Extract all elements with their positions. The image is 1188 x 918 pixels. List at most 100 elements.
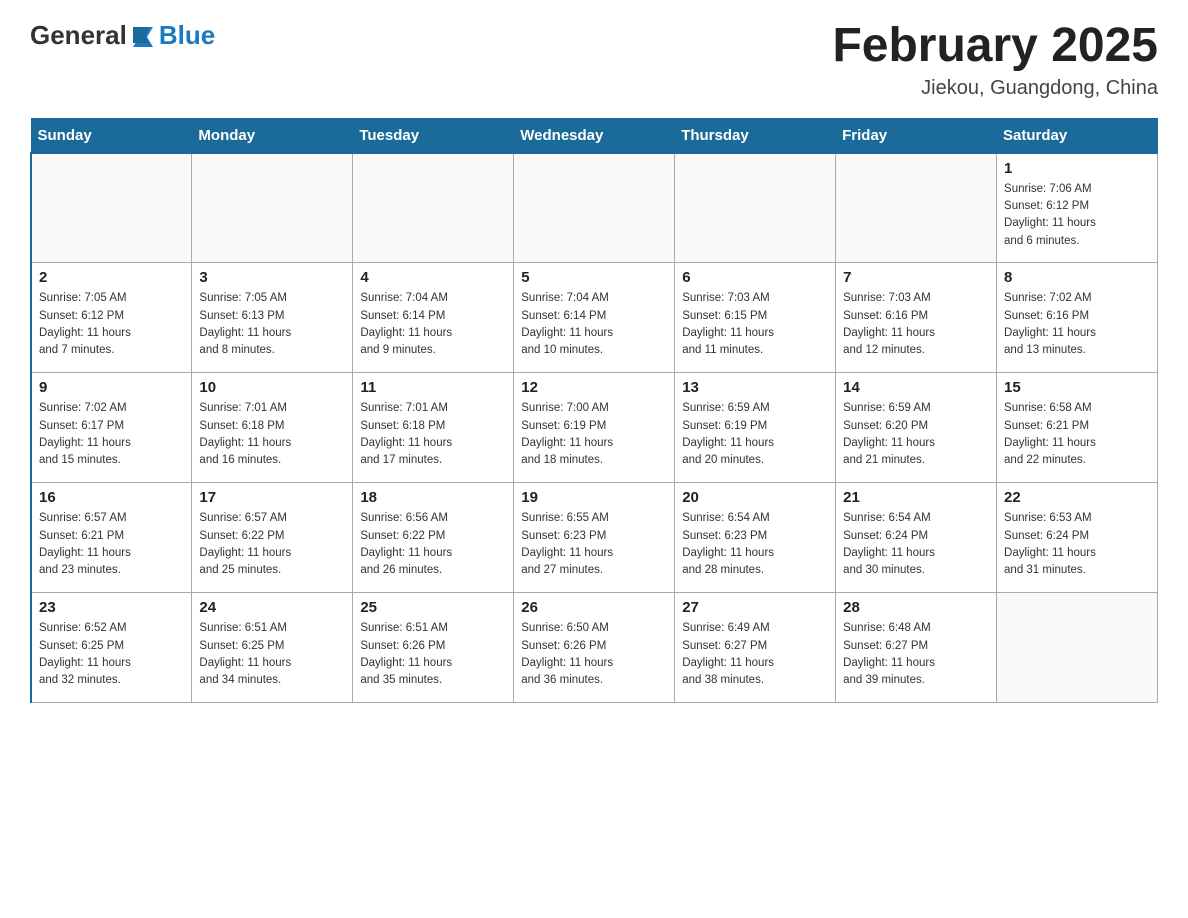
calendar-cell: 5 Sunrise: 7:04 AM Sunset: 6:14 PM Daylig… <box>514 263 675 373</box>
calendar-cell: 16 Sunrise: 6:57 AM Sunset: 6:21 PM Dayli… <box>31 483 192 593</box>
day-info: Sunrise: 7:06 AM Sunset: 6:12 PM Dayligh… <box>1004 181 1150 250</box>
logo-flag-icon <box>129 23 157 51</box>
calendar-week-row-1: 1 Sunrise: 7:06 AM Sunset: 6:12 PM Daylig… <box>31 153 1158 263</box>
day-number: 5 <box>521 269 667 286</box>
calendar-cell: 1 Sunrise: 7:06 AM Sunset: 6:12 PM Daylig… <box>997 153 1158 263</box>
day-number: 23 <box>39 599 184 616</box>
calendar-cell: 17 Sunrise: 6:57 AM Sunset: 6:22 PM Dayli… <box>192 483 353 593</box>
day-info: Sunrise: 6:59 AM Sunset: 6:20 PM Dayligh… <box>843 400 989 469</box>
day-info: Sunrise: 6:58 AM Sunset: 6:21 PM Dayligh… <box>1004 400 1150 469</box>
day-info: Sunrise: 7:05 AM Sunset: 6:13 PM Dayligh… <box>199 290 345 359</box>
day-number: 1 <box>1004 160 1150 177</box>
weekday-header-row: SundayMondayTuesdayWednesdayThursdayFrid… <box>31 118 1158 153</box>
day-number: 4 <box>360 269 506 286</box>
day-info: Sunrise: 6:48 AM Sunset: 6:27 PM Dayligh… <box>843 620 989 689</box>
calendar-cell: 18 Sunrise: 6:56 AM Sunset: 6:22 PM Dayli… <box>353 483 514 593</box>
day-number: 17 <box>199 489 345 506</box>
day-number: 7 <box>843 269 989 286</box>
calendar-title: February 2025 <box>832 20 1158 73</box>
day-info: Sunrise: 6:52 AM Sunset: 6:25 PM Dayligh… <box>39 620 184 689</box>
calendar-cell <box>997 593 1158 703</box>
calendar-cell: 27 Sunrise: 6:49 AM Sunset: 6:27 PM Dayli… <box>675 593 836 703</box>
calendar-week-row-5: 23 Sunrise: 6:52 AM Sunset: 6:25 PM Dayli… <box>31 593 1158 703</box>
day-number: 19 <box>521 489 667 506</box>
calendar-cell <box>31 153 192 263</box>
calendar-cell: 13 Sunrise: 6:59 AM Sunset: 6:19 PM Dayli… <box>675 373 836 483</box>
calendar-cell: 28Sunrise: 6:48 AM Sunset: 6:27 PM Dayli… <box>836 593 997 703</box>
calendar-cell: 21Sunrise: 6:54 AM Sunset: 6:24 PM Dayli… <box>836 483 997 593</box>
day-info: Sunrise: 6:50 AM Sunset: 6:26 PM Dayligh… <box>521 620 667 689</box>
day-info: Sunrise: 6:49 AM Sunset: 6:27 PM Dayligh… <box>682 620 828 689</box>
day-info: Sunrise: 6:59 AM Sunset: 6:19 PM Dayligh… <box>682 400 828 469</box>
calendar-cell: 9 Sunrise: 7:02 AM Sunset: 6:17 PM Daylig… <box>31 373 192 483</box>
weekday-header-saturday: Saturday <box>997 118 1158 153</box>
calendar-cell: 20Sunrise: 6:54 AM Sunset: 6:23 PM Dayli… <box>675 483 836 593</box>
calendar-cell: 2Sunrise: 7:05 AM Sunset: 6:12 PM Daylig… <box>31 263 192 373</box>
logo-blue-text: Blue <box>159 20 215 51</box>
calendar-cell: 8Sunrise: 7:02 AM Sunset: 6:16 PM Daylig… <box>997 263 1158 373</box>
day-number: 15 <box>1004 379 1150 396</box>
weekday-header-sunday: Sunday <box>31 118 192 153</box>
day-info: Sunrise: 7:03 AM Sunset: 6:15 PM Dayligh… <box>682 290 828 359</box>
day-info: Sunrise: 6:57 AM Sunset: 6:21 PM Dayligh… <box>39 510 184 579</box>
weekday-header-friday: Friday <box>836 118 997 153</box>
weekday-header-tuesday: Tuesday <box>353 118 514 153</box>
calendar-cell: 23 Sunrise: 6:52 AM Sunset: 6:25 PM Dayli… <box>31 593 192 703</box>
day-number: 16 <box>39 489 184 506</box>
day-info: Sunrise: 6:57 AM Sunset: 6:22 PM Dayligh… <box>199 510 345 579</box>
day-number: 3 <box>199 269 345 286</box>
weekday-header-wednesday: Wednesday <box>514 118 675 153</box>
day-number: 27 <box>682 599 828 616</box>
calendar-week-row-4: 16 Sunrise: 6:57 AM Sunset: 6:21 PM Dayli… <box>31 483 1158 593</box>
logo-general-text: General <box>30 20 127 51</box>
day-number: 18 <box>360 489 506 506</box>
day-info: Sunrise: 7:01 AM Sunset: 6:18 PM Dayligh… <box>199 400 345 469</box>
day-number: 12 <box>521 379 667 396</box>
title-block: February 2025 Jiekou, Guangdong, China <box>832 20 1158 100</box>
calendar-cell <box>836 153 997 263</box>
day-number: 21 <box>843 489 989 506</box>
day-number: 14 <box>843 379 989 396</box>
calendar-table: SundayMondayTuesdayWednesdayThursdayFrid… <box>30 118 1158 704</box>
day-info: Sunrise: 6:51 AM Sunset: 6:25 PM Dayligh… <box>199 620 345 689</box>
day-info: Sunrise: 6:51 AM Sunset: 6:26 PM Dayligh… <box>360 620 506 689</box>
logo: General Blue <box>30 20 215 51</box>
calendar-cell: 25 Sunrise: 6:51 AM Sunset: 6:26 PM Dayli… <box>353 593 514 703</box>
calendar-cell <box>675 153 836 263</box>
calendar-cell <box>514 153 675 263</box>
day-number: 13 <box>682 379 828 396</box>
calendar-cell: 26Sunrise: 6:50 AM Sunset: 6:26 PM Dayli… <box>514 593 675 703</box>
page-header: General Blue February 2025 Jiekou, Guang… <box>30 20 1158 100</box>
day-number: 11 <box>360 379 506 396</box>
day-info: Sunrise: 7:03 AM Sunset: 6:16 PM Dayligh… <box>843 290 989 359</box>
day-number: 9 <box>39 379 184 396</box>
day-number: 25 <box>360 599 506 616</box>
day-info: Sunrise: 7:04 AM Sunset: 6:14 PM Dayligh… <box>360 290 506 359</box>
calendar-subtitle: Jiekou, Guangdong, China <box>832 77 1158 100</box>
day-number: 6 <box>682 269 828 286</box>
calendar-cell: 19 Sunrise: 6:55 AM Sunset: 6:23 PM Dayli… <box>514 483 675 593</box>
day-info: Sunrise: 7:04 AM Sunset: 6:14 PM Dayligh… <box>521 290 667 359</box>
day-info: Sunrise: 7:01 AM Sunset: 6:18 PM Dayligh… <box>360 400 506 469</box>
calendar-cell <box>192 153 353 263</box>
day-number: 22 <box>1004 489 1150 506</box>
calendar-week-row-2: 2Sunrise: 7:05 AM Sunset: 6:12 PM Daylig… <box>31 263 1158 373</box>
calendar-cell: 3 Sunrise: 7:05 AM Sunset: 6:13 PM Daylig… <box>192 263 353 373</box>
calendar-cell: 4 Sunrise: 7:04 AM Sunset: 6:14 PM Daylig… <box>353 263 514 373</box>
weekday-header-thursday: Thursday <box>675 118 836 153</box>
day-info: Sunrise: 6:56 AM Sunset: 6:22 PM Dayligh… <box>360 510 506 579</box>
day-info: Sunrise: 7:02 AM Sunset: 6:17 PM Dayligh… <box>39 400 184 469</box>
day-number: 24 <box>199 599 345 616</box>
day-number: 2 <box>39 269 184 286</box>
calendar-cell: 11 Sunrise: 7:01 AM Sunset: 6:18 PM Dayli… <box>353 373 514 483</box>
calendar-cell: 7 Sunrise: 7:03 AM Sunset: 6:16 PM Daylig… <box>836 263 997 373</box>
calendar-cell: 15 Sunrise: 6:58 AM Sunset: 6:21 PM Dayli… <box>997 373 1158 483</box>
day-info: Sunrise: 7:02 AM Sunset: 6:16 PM Dayligh… <box>1004 290 1150 359</box>
calendar-cell: 24 Sunrise: 6:51 AM Sunset: 6:25 PM Dayli… <box>192 593 353 703</box>
weekday-header-monday: Monday <box>192 118 353 153</box>
day-number: 10 <box>199 379 345 396</box>
day-info: Sunrise: 7:00 AM Sunset: 6:19 PM Dayligh… <box>521 400 667 469</box>
day-info: Sunrise: 6:55 AM Sunset: 6:23 PM Dayligh… <box>521 510 667 579</box>
day-info: Sunrise: 6:54 AM Sunset: 6:23 PM Dayligh… <box>682 510 828 579</box>
calendar-cell: 10 Sunrise: 7:01 AM Sunset: 6:18 PM Dayli… <box>192 373 353 483</box>
